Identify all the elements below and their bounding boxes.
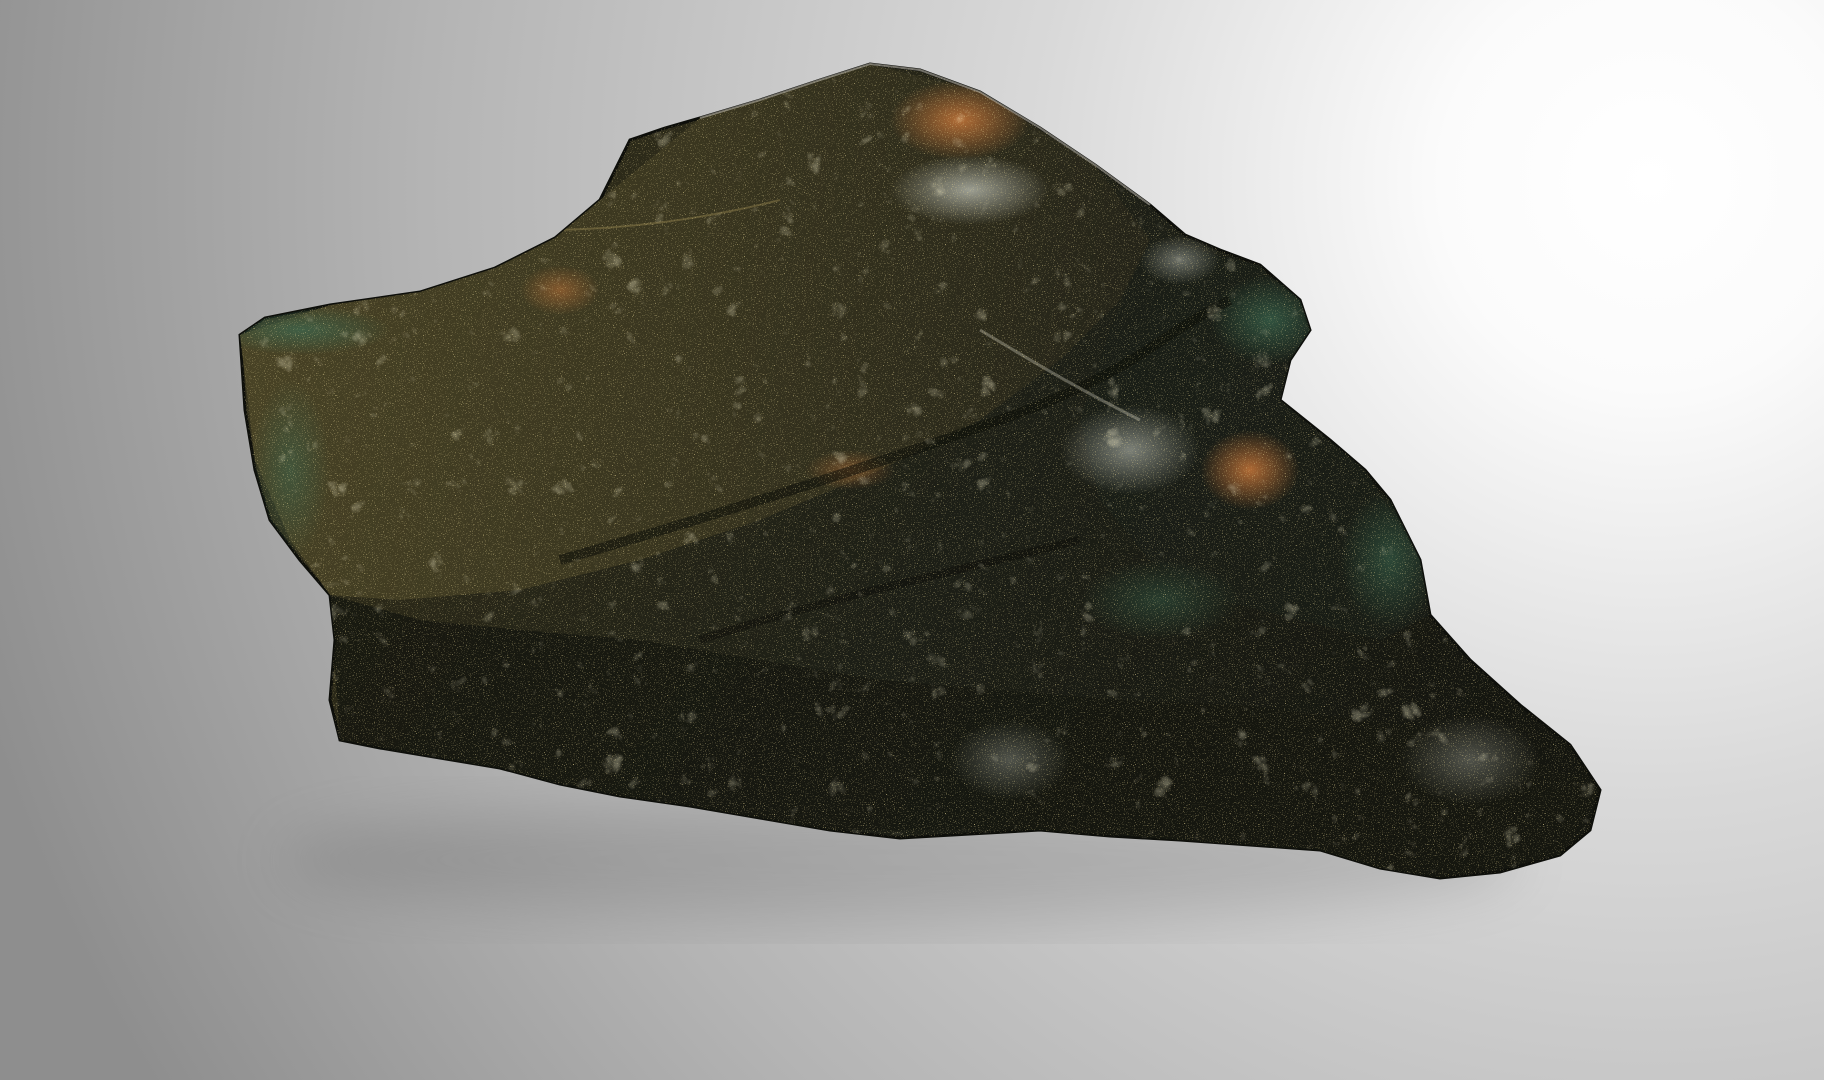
rock-render-canvas xyxy=(0,0,1824,1080)
rock-render-scene xyxy=(0,0,1824,1080)
